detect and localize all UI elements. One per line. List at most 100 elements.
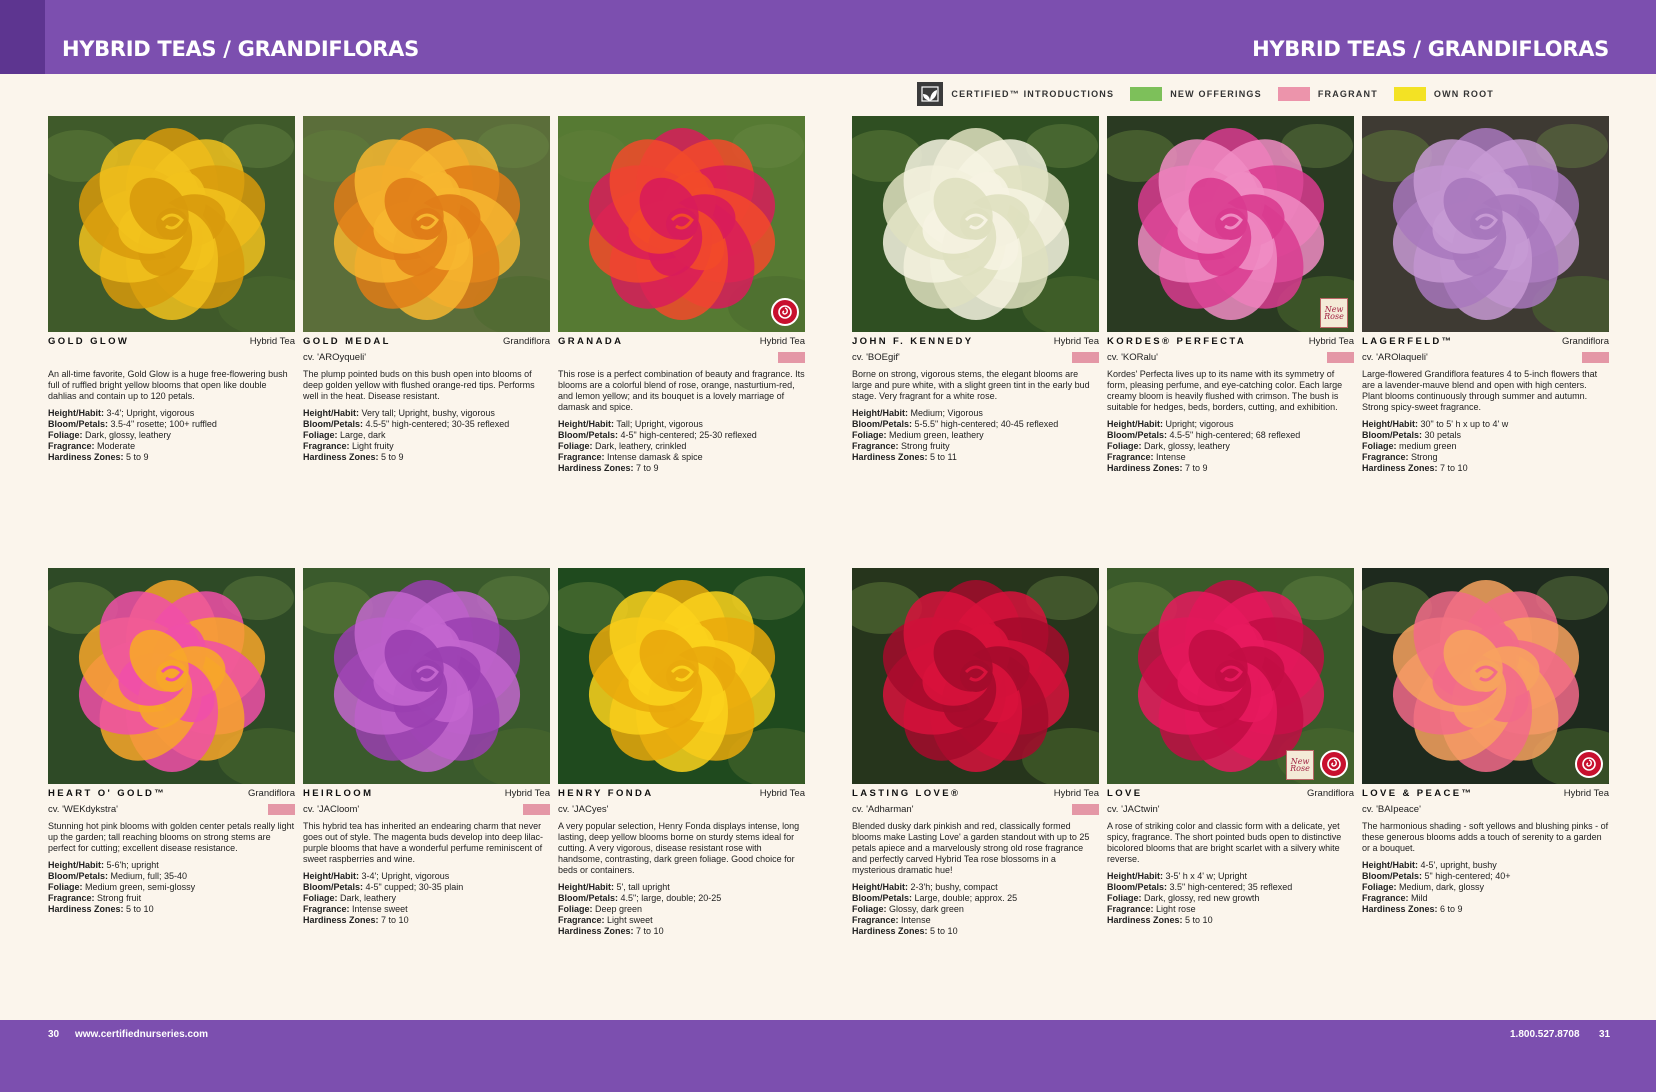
rose-photo-image	[48, 116, 295, 332]
spec-value: 5 to 10	[930, 926, 958, 936]
rose-card[interactable]: HENRY FONDA Hybrid Tea cv. 'JACyes' A very …	[558, 568, 805, 937]
spec-value: Medium; Vigorous	[910, 408, 983, 418]
rose-card[interactable]: New Rose LOVE Grandiflora cv. 'JACtwin' A ro…	[1107, 568, 1354, 926]
spec-line: Fragrance: Light sweet	[558, 915, 805, 926]
spec-label: Fragrance:	[852, 441, 899, 451]
spec-label: Hardiness Zones:	[1107, 463, 1183, 473]
spec-label: Height/Habit:	[48, 860, 104, 870]
spec-line: Hardiness Zones: 7 to 10	[558, 926, 805, 937]
rose-card[interactable]: HEIRLOOM Hybrid Tea cv. 'JACloom' This hybr…	[303, 568, 550, 926]
rose-photo[interactable]	[852, 568, 1099, 784]
cultivar-name: cv. 'BAIpeace'	[1362, 803, 1421, 815]
rose-description: The harmonious shading - soft yellows an…	[1362, 821, 1609, 853]
page-number-right: 31	[1599, 1029, 1611, 1040]
spec-line: Hardiness Zones: 6 to 9	[1362, 904, 1609, 915]
website-link[interactable]: www.certifiednurseries.com	[75, 1029, 208, 1040]
spec-line: Height/Habit: Upright; vigorous	[1107, 419, 1354, 430]
spec-label: Fragrance:	[303, 441, 350, 451]
spec-value: Dark, leathery	[340, 893, 397, 903]
spec-label: Fragrance:	[1107, 904, 1154, 914]
rose-class: Hybrid Tea	[1053, 336, 1099, 347]
fragrant-marker	[1072, 803, 1099, 815]
rose-photo[interactable]: New Rose	[1107, 568, 1354, 784]
rose-photo[interactable]	[48, 116, 295, 332]
rose-photo-image	[558, 568, 805, 784]
rose-card[interactable]: GOLD MEDAL Grandiflora cv. 'AROyqueli' The …	[303, 116, 550, 463]
spec-value: 5-5.5" high-centered; 40-45 reflexed	[914, 419, 1059, 429]
spec-label: Fragrance:	[1362, 452, 1409, 462]
legend-label: FRAGRANT	[1317, 89, 1378, 99]
spec-value: Medium green, leathery	[889, 430, 984, 440]
spec-value: 30 petals	[1424, 430, 1462, 440]
rose-card[interactable]: New Rose KORDES® PERFECTA Hybrid Tea cv. 'K…	[1107, 116, 1354, 474]
rose-photo-image	[303, 568, 550, 784]
spec-line: Fragrance: Strong fruity	[852, 441, 1099, 452]
rose-card[interactable]: GOLD GLOW Hybrid Tea An all-time favorite,…	[48, 116, 295, 463]
spec-line: Bloom/Petals: 5-5.5" high-centered; 40-4…	[852, 419, 1099, 430]
spec-value: Mild	[1411, 893, 1428, 903]
spec-label: Hardiness Zones:	[48, 904, 124, 914]
rose-card[interactable]: LASTING LOVE® Hybrid Tea cv. 'Adharman' Ble…	[852, 568, 1099, 937]
phone-number: 1.800.527.8708	[1510, 1029, 1580, 1040]
legend-swatch-new	[1130, 87, 1163, 101]
fragrant-marker	[1327, 351, 1354, 363]
spec-label: Hardiness Zones:	[558, 463, 634, 473]
spec-value: Dark, glossy, leathery	[85, 430, 171, 440]
rose-photo[interactable]	[303, 116, 550, 332]
rose-name: HEIRLOOM	[303, 788, 374, 799]
cultivar-row: cv. 'Adharman'	[852, 802, 1099, 816]
spec-value: 7 to 10	[381, 915, 409, 925]
spec-value: 4.5-5" high-centered; 68 reflexed	[1169, 430, 1301, 440]
spec-line: Foliage: Dark, glossy, leathery	[48, 430, 295, 441]
rose-name-row: LOVE Grandiflora	[1107, 788, 1354, 801]
rose-card[interactable]: GRANADA Hybrid Tea This rose is a perfect …	[558, 116, 805, 474]
rose-name-row: GOLD GLOW Hybrid Tea	[48, 336, 295, 349]
spec-line: Height/Habit: 3-4'; Upright, vigorous	[303, 871, 550, 882]
spec-label: Height/Habit:	[558, 882, 614, 892]
spec-value: Dark, leathery, crinkled	[595, 441, 687, 451]
rose-class: Hybrid Tea	[1308, 336, 1354, 347]
cultivar-row: cv. 'JACyes'	[558, 802, 805, 816]
spec-value: Dark, glossy, leathery	[1144, 441, 1230, 451]
rose-photo[interactable]	[48, 568, 295, 784]
legend-label: OWN ROOT	[1433, 89, 1494, 99]
cultivar-name: cv. 'BOEgif'	[852, 351, 900, 363]
spec-label: Foliage:	[558, 441, 593, 451]
spec-line: Hardiness Zones: 7 to 10	[303, 915, 550, 926]
spec-line: Fragrance: Strong fruit	[48, 893, 295, 904]
spec-label: Hardiness Zones:	[1107, 915, 1183, 925]
spec-value: Strong fruit	[97, 893, 142, 903]
rose-card[interactable]: JOHN F. KENNEDY Hybrid Tea cv. 'BOEgif' Bor…	[852, 116, 1099, 463]
rose-photo[interactable]: New Rose	[1107, 116, 1354, 332]
spec-label: Height/Habit:	[48, 408, 104, 418]
cultivar-row: cv. 'WEKdykstra'	[48, 802, 295, 816]
rose-photo[interactable]	[1362, 568, 1609, 784]
rose-photo[interactable]	[303, 568, 550, 784]
spec-line: Fragrance: Strong	[1362, 452, 1609, 463]
cultivar-name: cv. 'Adharman'	[852, 803, 914, 815]
certified-leaf-icon	[917, 82, 944, 106]
rose-photo[interactable]	[1362, 116, 1609, 332]
fragrant-marker	[778, 351, 805, 363]
spec-value: Strong fruity	[901, 441, 950, 451]
spec-value: 3.5" high-centered; 35 reflexed	[1169, 882, 1293, 892]
rose-photo[interactable]	[558, 568, 805, 784]
rose-description: Borne on strong, vigorous stems, the ele…	[852, 369, 1090, 401]
spec-label: Bloom/Petals:	[1107, 430, 1168, 440]
rose-card[interactable]: HEART O' GOLD™ Grandiflora cv. 'WEKdykstra…	[48, 568, 295, 915]
rose-photo[interactable]	[852, 116, 1099, 332]
rose-description: An all-time favorite, Gold Glow is a hug…	[48, 369, 288, 401]
rose-photo[interactable]	[558, 116, 805, 332]
spec-label: Fragrance:	[558, 452, 605, 462]
rose-award-badge-icon	[1320, 750, 1348, 778]
rose-specs: Height/Habit: 4-5', upright, bushy Bloom/…	[1362, 860, 1609, 915]
spec-line: Foliage: Dark, glossy, red new growth	[1107, 893, 1354, 904]
rose-card[interactable]: LOVE & PEACE™ Hybrid Tea cv. 'BAIpeace' The…	[1362, 568, 1609, 915]
spec-line: Bloom/Petals: 4-5" cupped; 30-35 plain	[303, 882, 550, 893]
spec-label: Bloom/Petals:	[48, 871, 109, 881]
spec-label: Bloom/Petals:	[558, 893, 619, 903]
rose-award-badge-icon	[771, 298, 799, 326]
cultivar-row	[558, 350, 805, 364]
rose-card[interactable]: LAGERFELD™ Grandiflora cv. 'AROlaqueli' Lar…	[1362, 116, 1609, 474]
spec-value: 5 to 10	[1185, 915, 1213, 925]
